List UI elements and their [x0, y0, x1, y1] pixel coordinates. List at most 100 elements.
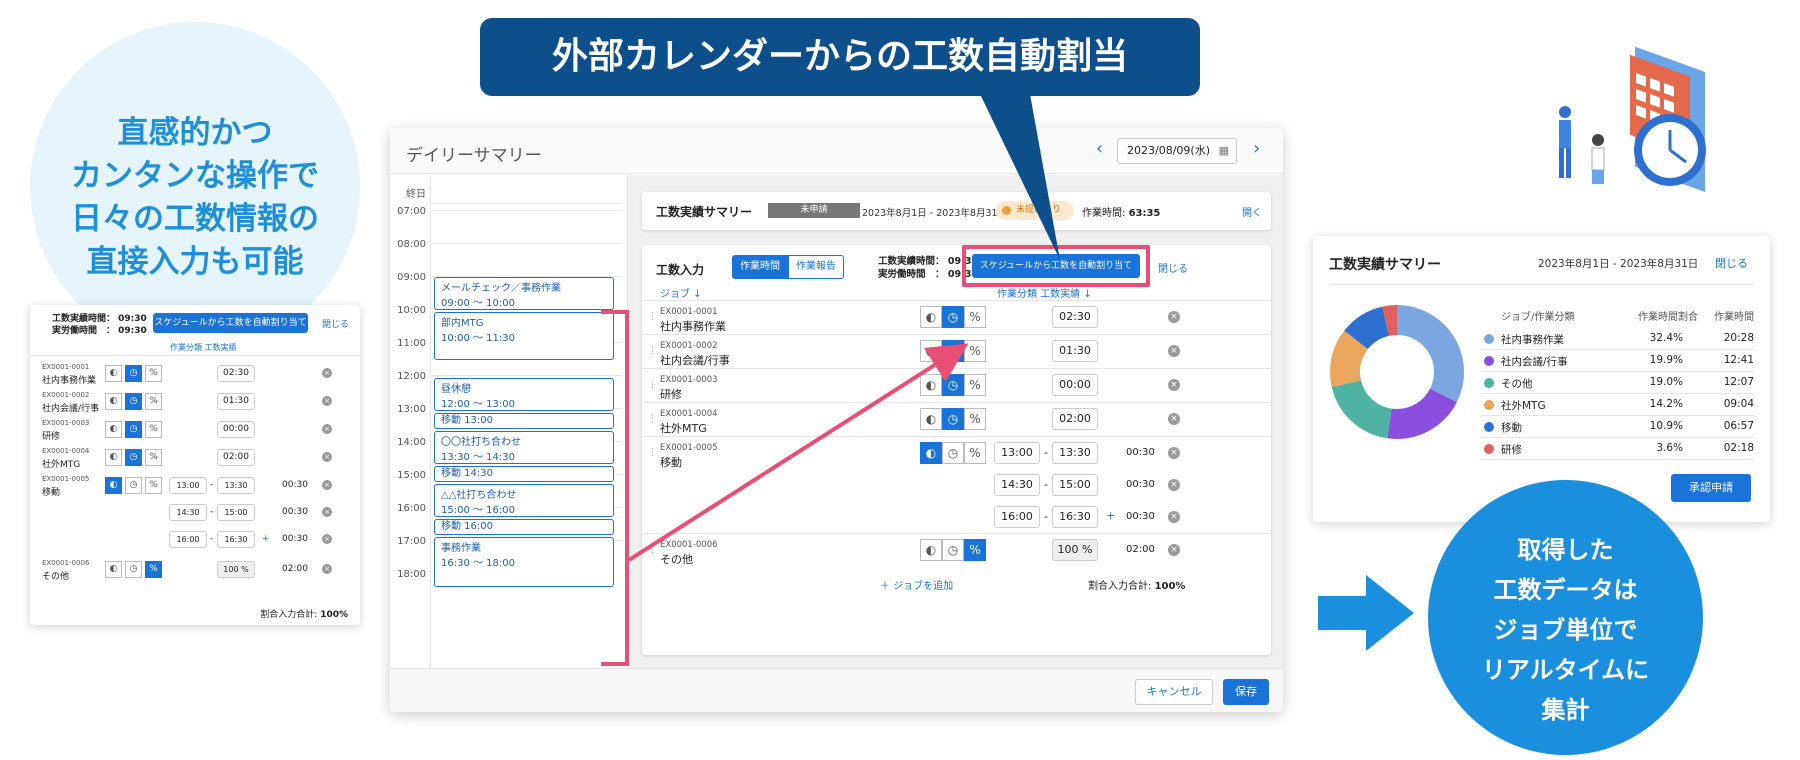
drag-handle-icon[interactable]: ⋮ — [648, 448, 657, 458]
percent-input[interactable]: 100 % — [1052, 539, 1098, 561]
auto-assign-button-small[interactable]: スケジュールから工数を自動割り当て — [153, 313, 308, 333]
to-time-input[interactable]: 16:30 — [217, 531, 255, 548]
time-input[interactable]: 01:30 — [217, 393, 255, 410]
tab-work-report[interactable]: 作業報告 — [788, 255, 844, 279]
time-input[interactable]: 01:30 — [1052, 340, 1098, 362]
calendar-event[interactable]: 〇〇社打ち合わせ 13:30 〜 14:30 — [434, 431, 614, 464]
percent-mode-icon[interactable]: % — [964, 408, 986, 430]
clock-mode-icon[interactable]: ◷ — [942, 442, 964, 464]
to-time-input[interactable]: 13:30 — [1052, 442, 1098, 464]
clock-mode-icon[interactable]: ◷ — [125, 561, 142, 578]
add-range-icon[interactable]: + — [1106, 509, 1115, 522]
time-input[interactable]: 00:00 — [217, 421, 255, 438]
pie-mode-icon[interactable]: ◐ — [920, 306, 942, 328]
percent-mode-icon[interactable]: % — [145, 449, 162, 466]
percent-mode-icon[interactable]: % — [145, 365, 162, 382]
pie-mode-icon[interactable]: ◐ — [920, 408, 942, 430]
drag-handle-icon[interactable]: ⋮ — [648, 414, 657, 424]
clock-mode-icon[interactable]: ◷ — [125, 365, 142, 382]
remove-icon[interactable]: × — [322, 368, 332, 378]
calendar-event[interactable]: △△社打ち合わせ 15:00 〜 16:00 — [434, 484, 614, 517]
calendar-event[interactable]: 事務作業 16:30 〜 18:00 — [434, 537, 614, 587]
clock-mode-icon[interactable]: ◷ — [942, 539, 964, 561]
remove-icon[interactable]: × — [322, 534, 332, 544]
to-time-input[interactable]: 16:30 — [1052, 506, 1098, 528]
percent-mode-icon[interactable]: % — [145, 477, 162, 494]
percent-input[interactable]: 100 % — [217, 561, 255, 578]
drag-handle-icon[interactable]: ⋮ — [648, 312, 657, 322]
pie-mode-icon[interactable]: ◐ — [105, 561, 122, 578]
from-time-input[interactable]: 16:00 — [994, 506, 1040, 528]
time-input[interactable]: 02:00 — [217, 449, 255, 466]
open-link[interactable]: 開く — [1242, 204, 1262, 219]
from-time-input[interactable]: 13:00 — [994, 442, 1040, 464]
pie-mode-icon[interactable]: ◐ — [920, 442, 942, 464]
remove-icon[interactable]: × — [322, 507, 332, 517]
drag-handle-icon[interactable]: ⋮ — [648, 380, 657, 390]
percent-mode-icon[interactable]: % — [145, 421, 162, 438]
to-time-input[interactable]: 13:30 — [217, 477, 255, 494]
remove-icon[interactable]: × — [1168, 511, 1180, 523]
time-input[interactable]: 02:00 — [1052, 408, 1098, 430]
calendar-event[interactable]: 移動 13:00 — [434, 413, 614, 429]
pie-mode-icon[interactable]: ◐ — [105, 421, 122, 438]
clock-mode-icon[interactable]: ◷ — [942, 306, 964, 328]
pie-mode-icon[interactable]: ◐ — [920, 539, 942, 561]
sort-down-icon[interactable]: ↓ — [693, 289, 701, 300]
calendar-event[interactable]: 昼休憩 12:00 〜 13:00 — [434, 378, 614, 411]
close-link[interactable]: 閉じる — [1158, 260, 1188, 275]
add-job-button[interactable]: ＋ ジョブを追加 — [880, 577, 953, 592]
clock-mode-icon[interactable]: ◷ — [125, 449, 142, 466]
remove-icon[interactable]: × — [1168, 345, 1180, 357]
pie-mode-icon[interactable]: ◐ — [105, 449, 122, 466]
time-input[interactable]: 02:30 — [217, 365, 255, 382]
clock-mode-icon[interactable]: ◷ — [942, 408, 964, 430]
drag-handle-icon[interactable]: ⋮ — [648, 346, 657, 356]
percent-mode-icon[interactable]: % — [964, 306, 986, 328]
remove-icon[interactable]: × — [1168, 479, 1180, 491]
prev-date-icon[interactable]: ‹ — [1096, 138, 1103, 159]
time-input[interactable]: 00:00 — [1052, 374, 1098, 396]
pie-mode-icon[interactable]: ◐ — [920, 374, 942, 396]
percent-mode-icon[interactable]: % — [145, 561, 162, 578]
clock-mode-icon[interactable]: ◷ — [125, 477, 142, 494]
from-time-input[interactable]: 14:30 — [994, 474, 1040, 496]
save-button[interactable]: 保存 — [1223, 679, 1269, 705]
to-time-input[interactable]: 15:00 — [217, 504, 255, 521]
close-link-summary[interactable]: 閉じる — [1715, 255, 1748, 271]
percent-mode-icon[interactable]: % — [145, 393, 162, 410]
tab-work-time[interactable]: 作業時間 — [732, 255, 788, 279]
pie-mode-icon[interactable]: ◐ — [105, 365, 122, 382]
from-time-input[interactable]: 13:00 — [169, 477, 207, 494]
percent-mode-icon[interactable]: % — [964, 539, 986, 561]
calendar-event[interactable]: 移動 16:00 — [434, 519, 614, 535]
remove-icon[interactable]: × — [322, 452, 332, 462]
approve-request-button[interactable]: 承認申請 — [1671, 474, 1751, 502]
percent-mode-icon[interactable]: % — [964, 340, 986, 362]
clock-mode-icon[interactable]: ◷ — [942, 374, 964, 396]
clock-mode-icon[interactable]: ◷ — [125, 393, 142, 410]
remove-icon[interactable]: × — [1168, 311, 1180, 323]
date-picker[interactable]: 2023/08/09(水) ▦ — [1117, 138, 1237, 164]
time-input[interactable]: 02:30 — [1052, 306, 1098, 328]
pie-mode-icon[interactable]: ◐ — [920, 340, 942, 362]
from-time-input[interactable]: 14:30 — [169, 504, 207, 521]
remove-icon[interactable]: × — [1168, 413, 1180, 425]
cancel-button[interactable]: キャンセル — [1135, 679, 1213, 705]
calendar-event[interactable]: メールチェック／事務作業 09:00 〜 10:00 — [434, 277, 614, 310]
clock-mode-icon[interactable]: ◷ — [125, 421, 142, 438]
remove-icon[interactable]: × — [1168, 447, 1180, 459]
next-date-icon[interactable]: › — [1253, 138, 1260, 159]
sort-down-icon[interactable]: ↓ — [1083, 289, 1091, 300]
percent-mode-icon[interactable]: % — [964, 374, 986, 396]
to-time-input[interactable]: 15:00 — [1052, 474, 1098, 496]
from-time-input[interactable]: 16:00 — [169, 531, 207, 548]
remove-icon[interactable]: × — [1168, 544, 1180, 556]
percent-mode-icon[interactable]: % — [964, 442, 986, 464]
clock-mode-icon[interactable]: ◷ — [942, 340, 964, 362]
pie-mode-icon[interactable]: ◐ — [105, 477, 122, 494]
remove-icon[interactable]: × — [322, 564, 332, 574]
remove-icon[interactable]: × — [322, 396, 332, 406]
calendar-event[interactable]: 部内MTG 10:00 〜 11:30 — [434, 312, 614, 360]
add-range-icon[interactable]: + — [262, 534, 270, 544]
